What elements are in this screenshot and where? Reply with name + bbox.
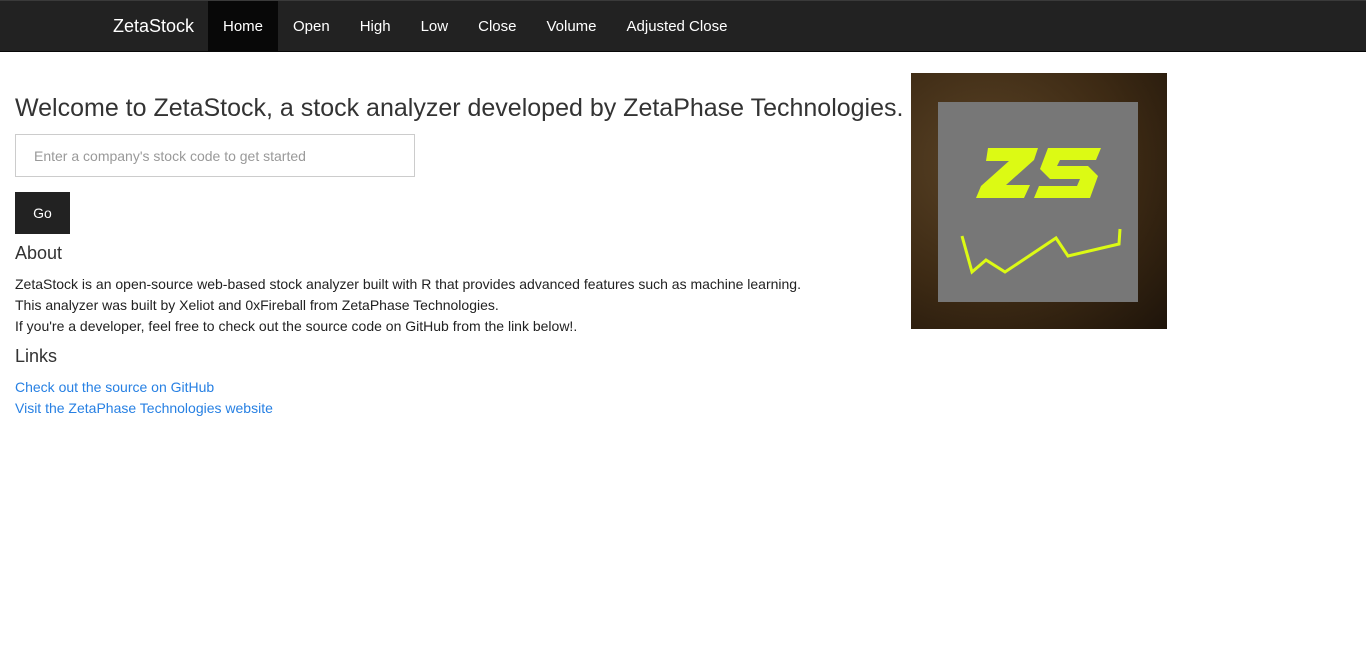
brand-link[interactable]: ZetaStock [113, 1, 194, 52]
links-list: Check out the source on GitHub Visit the… [15, 377, 875, 419]
go-button[interactable]: Go [15, 192, 70, 234]
nav-item-high[interactable]: High [345, 1, 406, 52]
zetaphase-website-link[interactable]: Visit the ZetaPhase Technologies website [15, 398, 875, 419]
nav-item-home[interactable]: Home [208, 1, 279, 52]
nav-item-volume[interactable]: Volume [531, 1, 611, 52]
top-navbar: ZetaStock Home Open High Low Close Volum… [0, 0, 1366, 52]
about-line: ZetaStock is an open-source web-based st… [15, 276, 801, 292]
nav-item-adjusted-close[interactable]: Adjusted Close [612, 1, 743, 52]
stock-code-input[interactable] [15, 134, 415, 177]
logo-chart-line [960, 228, 1122, 275]
nav-item-close[interactable]: Close [463, 1, 531, 52]
nav-menu: Home Open High Low Close Volume Adjusted… [208, 1, 742, 52]
logo-zs-graphic [960, 148, 1122, 275]
welcome-heading: Welcome to ZetaStock, a stock analyzer d… [15, 94, 904, 122]
zetastock-logo [911, 73, 1167, 329]
about-line: If you're a developer, feel free to chec… [15, 318, 578, 334]
nav-item-open[interactable]: Open [278, 1, 345, 52]
about-text: ZetaStock is an open-source web-based st… [15, 274, 875, 337]
main-content: Welcome to ZetaStock, a stock analyzer d… [15, 52, 904, 419]
logo-letters [976, 148, 1101, 198]
about-heading: About [15, 243, 63, 263]
github-source-link[interactable]: Check out the source on GitHub [15, 377, 875, 398]
links-heading: Links [15, 346, 58, 366]
logo-inner-panel [938, 102, 1138, 302]
about-line: This analyzer was built by Xeliot and 0x… [15, 297, 499, 313]
nav-item-low[interactable]: Low [406, 1, 464, 52]
